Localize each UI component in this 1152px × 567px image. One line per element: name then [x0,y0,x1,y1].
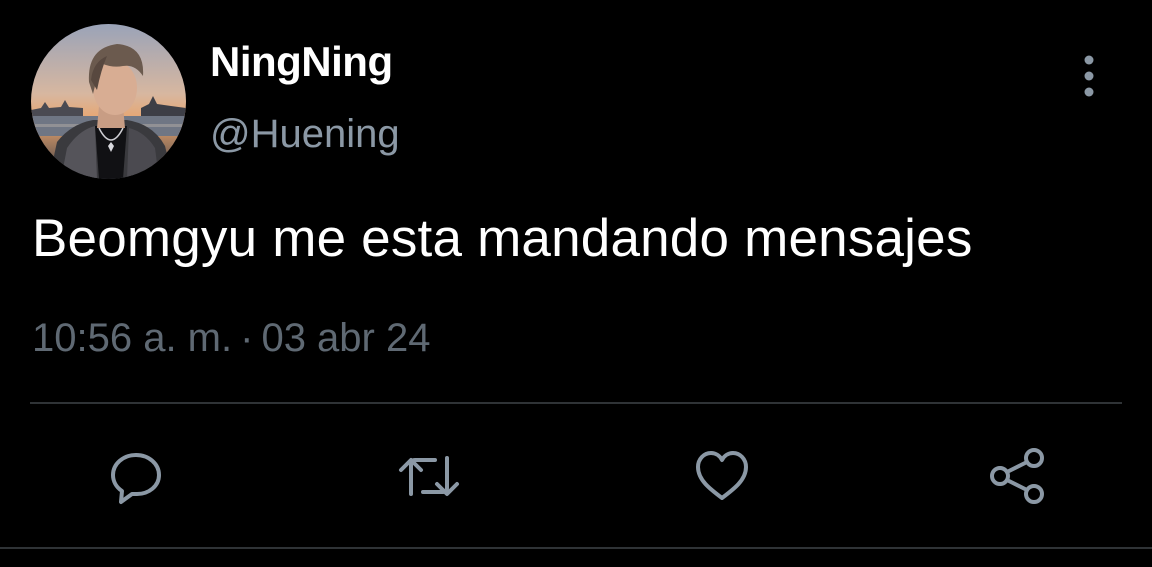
tweet-timestamp[interactable]: 10:56 a. m. · 03 abr 24 [32,316,430,361]
share-button[interactable] [986,444,1050,508]
retweet-button[interactable] [397,444,461,508]
tweet-text: Beomgyu me esta mandando mensajes [32,209,973,268]
meta-separator: · [240,316,254,360]
retweet-icon [399,456,459,496]
tweet-time: 10:56 a. m. [32,316,233,360]
tweet-date: 03 abr 24 [261,316,431,360]
author-handle[interactable]: @Huening [210,112,400,157]
bottom-divider [0,547,1152,549]
like-button[interactable] [690,444,754,508]
divider [30,402,1122,404]
more-vertical-icon [1084,55,1094,97]
heart-icon [696,451,748,500]
reply-icon [111,453,161,504]
more-options-button[interactable] [1068,50,1110,102]
author-display-name[interactable]: NingNing [210,38,393,86]
share-icon [990,448,1044,504]
reply-button[interactable] [104,444,168,508]
avatar-photo [31,24,186,179]
avatar[interactable] [31,24,186,179]
